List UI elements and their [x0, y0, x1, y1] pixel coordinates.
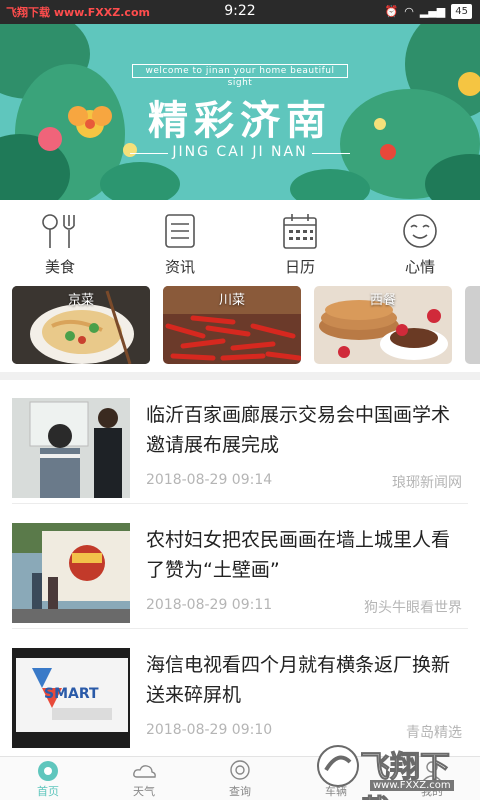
news-thumbnail [12, 523, 130, 623]
smiley-icon [403, 214, 437, 248]
utensils-icon [42, 214, 75, 248]
banner-title: 精彩济南 [148, 98, 332, 144]
nav-search[interactable]: 查询 [192, 757, 288, 800]
watermark-url: www.FXXZ.com [370, 780, 454, 791]
category-news[interactable]: 资讯 [120, 200, 240, 286]
category-label: 资讯 [164, 258, 195, 276]
category-mood[interactable]: 心情 [360, 200, 480, 286]
cuisine-label: 西餐 [369, 293, 396, 308]
signal-icon: ▂▄▆ [419, 5, 446, 18]
nav-label: 天气 [133, 785, 155, 798]
category-label: 美食 [44, 258, 75, 276]
calendar-icon [283, 214, 317, 249]
news-thumbnail [12, 398, 130, 498]
wifi-icon: ◠ [404, 5, 414, 18]
news-item[interactable]: 临沂百家画廊展示交易会中国画学术邀请展布展完成 2018-08-29 09:14… [12, 380, 468, 504]
news-title: 临沂百家画廊展示交易会中国画学术邀请展布展完成 [146, 404, 451, 456]
weather-icon [133, 765, 156, 778]
hero-banner[interactable]: welcome to jinan your home beautiful sig… [0, 24, 480, 200]
cuisine-card-partial[interactable] [465, 286, 480, 364]
category-calendar[interactable]: 日历 [240, 200, 360, 286]
news-date: 2018-08-29 09:10 [146, 722, 273, 738]
category-food[interactable]: 美食 [0, 200, 120, 286]
nav-label: 查询 [229, 785, 251, 798]
watermark-title: 飞翔下载 [360, 750, 451, 800]
news-title: 农村妇女把农民画画在墙上城里人看了赞为“土壁画” [146, 529, 451, 581]
news-item[interactable]: SMART 海信电视看四个月就有横条返厂换新送来碎屏机 2018-08-29 0… [12, 630, 468, 754]
category-nav: 美食 资讯 日历 心情 [0, 200, 480, 286]
news-thumbnail: SMART [12, 648, 130, 748]
status-icons: ⏰ ◠ ▂▄▆ 45 [385, 4, 472, 19]
news-source: 狗头牛眼看世界 [364, 600, 462, 616]
cuisine-card-jing[interactable]: 京菜 [12, 286, 150, 364]
watermark-logo-icon [317, 745, 359, 787]
nav-home[interactable]: 首页 [0, 757, 96, 800]
site-watermark: 飞翔下载 www.FXXZ.com [312, 738, 472, 800]
banner-subtitle: JING CAI JI NAN [172, 144, 308, 160]
news-list-icon [165, 214, 195, 248]
alarm-icon: ⏰ [384, 5, 399, 18]
nav-weather[interactable]: 天气 [96, 757, 192, 800]
section-divider [0, 372, 480, 380]
cuisine-carousel[interactable]: 京菜 川菜 西餐 [0, 286, 480, 366]
news-date: 2018-08-29 09:14 [146, 472, 273, 488]
cuisine-card-chuan[interactable]: 川菜 [163, 286, 301, 364]
thumb-smart-text: SMART [44, 686, 99, 702]
cuisine-label: 京菜 [67, 293, 94, 308]
home-icon [38, 761, 58, 781]
banner-welcome-text: welcome to jinan your home beautiful sig… [132, 64, 348, 88]
cuisine-label: 川菜 [218, 293, 245, 308]
battery-icon: 45 [451, 4, 472, 19]
category-label: 日历 [284, 258, 315, 276]
nav-label: 首页 [37, 785, 59, 798]
banner-divider-right [312, 153, 350, 154]
search-icon [230, 760, 250, 780]
news-title: 海信电视看四个月就有横条返厂换新送来碎屏机 [146, 654, 451, 706]
news-source: 琅琊新闻网 [392, 475, 462, 491]
status-bar: 飞翔下载 www.FXXZ.com 9:22 ⏰ ◠ ▂▄▆ 45 [0, 0, 480, 24]
cuisine-card-western[interactable]: 西餐 [314, 286, 452, 364]
news-date: 2018-08-29 09:11 [146, 597, 273, 613]
news-item[interactable]: 农村妇女把农民画画在墙上城里人看了赞为“土壁画” 2018-08-29 09:1… [12, 505, 468, 629]
category-label: 心情 [404, 258, 435, 276]
